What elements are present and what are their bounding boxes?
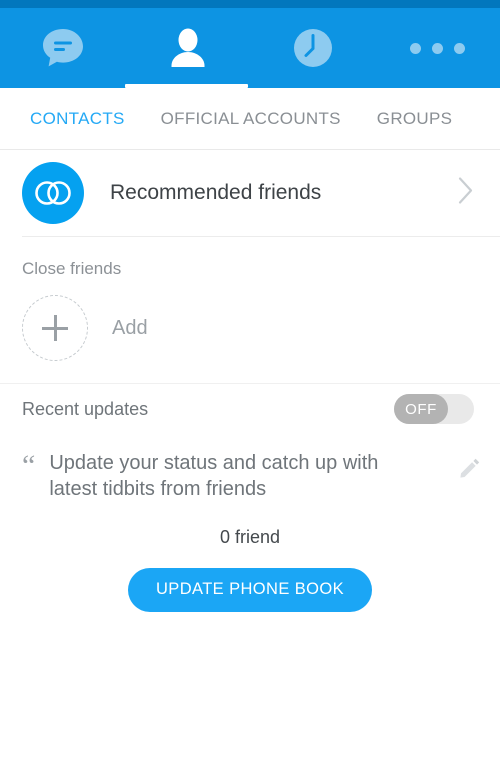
nav-item-more[interactable] — [375, 8, 500, 88]
recommended-friends-label: Recommended friends — [110, 181, 322, 204]
chevron-right-icon — [458, 177, 474, 210]
friend-count-label: 0 friend — [219, 526, 281, 547]
more-dots-icon — [410, 42, 465, 54]
close-friends-label: Close friends — [22, 259, 122, 278]
recommended-friends-row[interactable]: Recommended friends — [0, 150, 500, 236]
plus-icon — [42, 315, 68, 341]
nav-item-chats[interactable] — [0, 8, 125, 88]
person-icon — [166, 26, 210, 70]
add-label: Add — [112, 316, 148, 339]
section-tab-bar: CONTACTS OFFICIAL ACCOUNTS GROUPS — [0, 88, 500, 150]
two-overlapping-circles-icon — [22, 162, 84, 224]
chat-bubble-icon — [41, 27, 85, 69]
toggle-knob: OFF — [394, 394, 448, 424]
nav-item-recent[interactable] — [250, 8, 375, 88]
add-close-friend-row[interactable]: Add — [0, 279, 500, 383]
update-phone-book-wrap: UPDATE PHONE BOOK — [0, 548, 500, 612]
tab-official-accounts[interactable]: OFFICIAL ACCOUNTS — [161, 109, 341, 129]
status-quote-row: “ Update your status and catch up with l… — [0, 434, 500, 503]
add-close-friend-button[interactable] — [22, 295, 88, 361]
status-quote-text: Update your status and catch up with lat… — [49, 452, 379, 501]
recent-updates-row: Recent updates OFF — [0, 384, 500, 434]
top-navigation-bar — [0, 8, 500, 88]
nav-item-contacts[interactable] — [125, 8, 250, 88]
status-bar — [0, 0, 500, 8]
quote-mark-icon: “ — [22, 449, 36, 482]
recent-updates-toggle[interactable]: OFF — [394, 394, 474, 424]
update-phone-book-button[interactable]: UPDATE PHONE BOOK — [127, 567, 373, 612]
tab-contacts[interactable]: CONTACTS — [30, 109, 125, 129]
active-tab-indicator — [125, 84, 248, 88]
contacts-screen: CONTACTS OFFICIAL ACCOUNTS GROUPS Recomm… — [0, 0, 500, 783]
clock-icon — [292, 27, 334, 69]
recent-updates-label: Recent updates — [22, 398, 149, 419]
pencil-icon[interactable] — [458, 456, 480, 483]
tab-groups[interactable]: GROUPS — [377, 109, 452, 129]
